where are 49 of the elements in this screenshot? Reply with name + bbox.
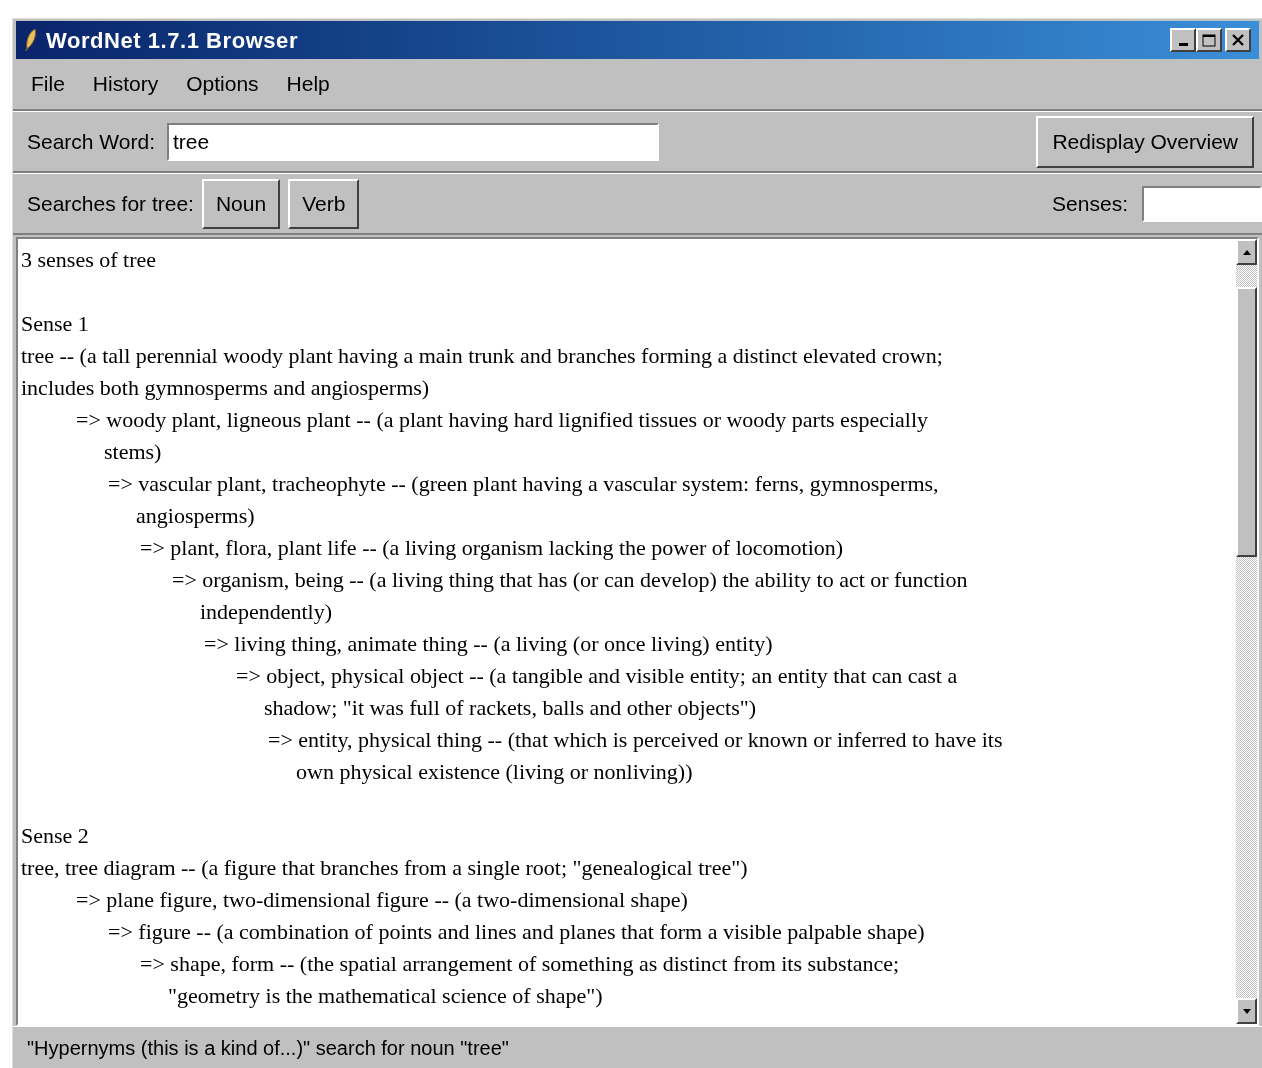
part-of-speech-button[interactable]: Verb — [288, 178, 360, 229]
definition-line: => shape, form -- (the spatial arrangement of something as distinct from its substance; — [140, 950, 900, 978]
search-label: Search Word: — [27, 128, 155, 155]
close-button[interactable] — [1225, 28, 1251, 52]
definition-line: angiosperms) — [136, 502, 255, 530]
minimize-icon — [1178, 42, 1188, 46]
status-text: "Hypernyms (this is a kind of...)" search for noun "tree" — [27, 1035, 509, 1061]
maximize-icon — [1202, 33, 1216, 47]
definition-line: => object, physical object -- (a tangible and visible entity; an entity that can cast a — [236, 662, 958, 690]
definition-line: => vascular plant, tracheophyte -- (green plant having a vascular system: ferns, gymnosperms, — [108, 470, 939, 498]
up-arrow-icon — [1242, 249, 1251, 255]
definition-line: => organism, being -- (a living thing that has (or can develop) the ability to act or function — [172, 566, 968, 594]
menu-item[interactable]: File — [31, 68, 65, 100]
definition-line: => living thing, animate thing -- (a living (or once living) entity) — [204, 630, 773, 658]
scroll-thumb[interactable] — [1236, 287, 1257, 557]
results-heading: 3 senses of tree — [21, 246, 156, 274]
scroll-up-button[interactable] — [1236, 239, 1257, 265]
definition-line: => woody plant, ligneous plant -- (a plant having hard lignified tissues or woody parts especially — [76, 406, 929, 434]
search-field[interactable]: tree — [167, 122, 659, 161]
minimize-button[interactable] — [1170, 28, 1196, 52]
definition-line: tree, tree diagram -- (a figure that branches from a single root; "genealogical tree") — [21, 854, 748, 882]
definition-line: independently) — [200, 598, 332, 626]
definition-line: => plant, flora, plant life -- (a living organism lacking the power of locomotion) — [140, 534, 844, 562]
scrollbar[interactable] — [1236, 239, 1257, 1024]
close-icon — [1231, 34, 1245, 46]
scroll-down-button[interactable] — [1236, 998, 1257, 1024]
part-of-speech-button[interactable]: Noun — [201, 178, 281, 229]
menu-item[interactable]: Options — [186, 68, 259, 100]
menu-item[interactable]: Help — [286, 68, 330, 100]
feather-icon — [24, 28, 38, 52]
definition-line: => figure -- (a combination of points and lines and planes that form a visible palpable shape) — [108, 918, 925, 946]
sense-title: Sense 1 — [21, 310, 89, 338]
down-arrow-icon — [1242, 1008, 1251, 1014]
definition-line: own physical existence (living or nonliving)) — [296, 758, 693, 786]
maximize-button[interactable] — [1196, 28, 1222, 52]
definition-line: => entity, physical thing -- (that which is perceived or known or inferred to have its — [268, 726, 1003, 754]
definition-line: includes both gymnosperms and angiosperms) — [21, 374, 430, 402]
definition-line: tree -- (a tall perennial woody plant having a main trunk and branches forming a distinct elevated crown; — [21, 342, 943, 370]
redisplay-overview-button[interactable]: Redisplay Overview — [1036, 115, 1254, 168]
window-title: WordNet 1.7.1 Browser — [46, 26, 298, 55]
sense-title: Sense 2 — [21, 822, 89, 850]
definition-line: shadow; "it was full of rackets, balls and other objects") — [264, 694, 757, 722]
senses-field[interactable] — [1142, 185, 1262, 222]
definition-line: stems) — [104, 438, 162, 466]
senses-label: Senses: — [1052, 190, 1128, 217]
definition-line: => plane figure, two-dimensional figure -- (a two-dimensional shape) — [76, 886, 688, 914]
definition-line: "geometry is the mathematical science of shape") — [168, 982, 603, 1010]
menu-item[interactable]: History — [92, 68, 159, 100]
searches-label: Searches for tree: — [27, 190, 194, 217]
